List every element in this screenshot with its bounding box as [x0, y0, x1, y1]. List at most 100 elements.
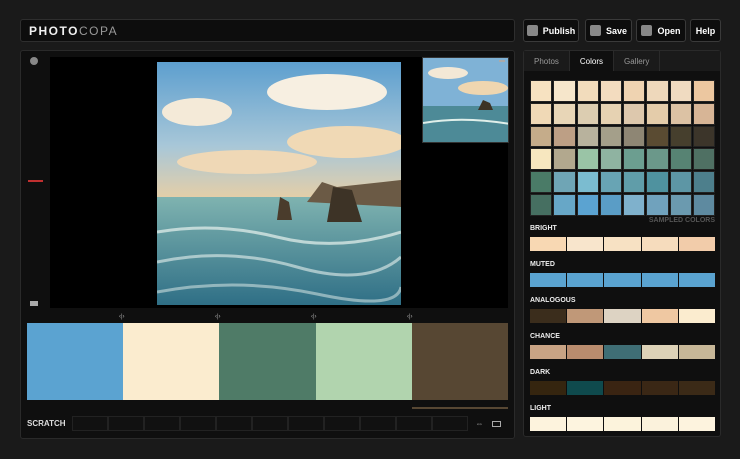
save-button[interactable]: Save [585, 19, 632, 42]
sampled-swatch[interactable] [692, 125, 715, 148]
swap-arrows-icon[interactable]: ‹|› [119, 314, 125, 320]
sampled-swatch[interactable] [669, 171, 692, 194]
sampled-swatch[interactable] [599, 80, 622, 102]
sampled-swatch[interactable] [669, 148, 692, 171]
sampled-swatch[interactable] [623, 194, 646, 216]
sampled-swatch[interactable] [576, 171, 599, 194]
sampled-swatch[interactable] [530, 171, 553, 194]
group-swatch[interactable] [678, 237, 716, 251]
scratch-slot[interactable] [251, 416, 288, 431]
group-swatch[interactable] [567, 381, 604, 395]
group-swatch[interactable] [604, 345, 641, 359]
sampled-swatch[interactable] [646, 194, 669, 216]
sampled-swatch[interactable] [576, 125, 599, 148]
group-swatch[interactable] [567, 237, 604, 251]
photo-thumbnail[interactable] [422, 57, 509, 143]
tab-gallery[interactable]: Gallery [614, 51, 661, 71]
expand-icon[interactable]: ⇔ [476, 419, 484, 428]
group-swatch[interactable] [641, 381, 678, 395]
group-swatch[interactable] [530, 237, 567, 251]
group-swatch[interactable] [678, 417, 716, 431]
sampled-swatch[interactable] [576, 102, 599, 125]
swap-arrows-icon[interactable]: ‹|› [407, 314, 413, 320]
scratch-slot[interactable] [323, 416, 360, 431]
sampled-swatch[interactable] [623, 125, 646, 148]
group-swatch[interactable] [641, 273, 678, 287]
sampled-swatch[interactable] [530, 194, 553, 216]
group-swatch[interactable] [567, 273, 604, 287]
sampled-swatch[interactable] [553, 171, 576, 194]
sampled-swatch[interactable] [553, 102, 576, 125]
sampled-swatch[interactable] [599, 194, 622, 216]
sampled-swatch[interactable] [530, 80, 553, 102]
group-swatch[interactable] [678, 345, 716, 359]
scratch-slot[interactable] [431, 416, 468, 431]
sampled-swatch[interactable] [553, 80, 576, 102]
sampled-swatch[interactable] [553, 148, 576, 171]
group-swatch[interactable] [530, 381, 567, 395]
group-swatch[interactable] [567, 345, 604, 359]
sampled-swatch[interactable] [692, 171, 715, 194]
group-swatch[interactable] [604, 417, 641, 431]
group-swatch[interactable] [530, 273, 567, 287]
sampled-swatch[interactable] [646, 148, 669, 171]
group-row-chance[interactable] [530, 345, 716, 359]
sampled-swatch[interactable] [669, 194, 692, 216]
palette-swatch[interactable] [27, 323, 124, 400]
sampled-swatch[interactable] [599, 125, 622, 148]
sampled-swatch[interactable] [599, 171, 622, 194]
sampled-swatch[interactable] [576, 148, 599, 171]
group-swatch[interactable] [678, 273, 716, 287]
group-swatch[interactable] [604, 309, 641, 323]
sampled-swatch[interactable] [553, 125, 576, 148]
sampled-swatch[interactable] [576, 80, 599, 102]
group-row-dark[interactable] [530, 381, 716, 395]
scratch-slot[interactable] [107, 416, 144, 431]
sampled-swatch[interactable] [669, 125, 692, 148]
group-swatch[interactable] [567, 309, 604, 323]
side-toggle-icon[interactable] [30, 301, 38, 306]
scratch-slot[interactable] [395, 416, 432, 431]
scratch-slot[interactable] [287, 416, 324, 431]
group-row-bright[interactable] [530, 237, 716, 251]
sampled-swatch[interactable] [692, 148, 715, 171]
group-swatch[interactable] [641, 309, 678, 323]
publish-button[interactable]: Publish [523, 19, 579, 42]
sampled-swatch[interactable] [530, 148, 553, 171]
group-swatch[interactable] [641, 417, 678, 431]
tab-photos[interactable]: Photos [524, 51, 570, 71]
help-button[interactable]: Help [690, 19, 721, 42]
sampled-color-grid[interactable] [530, 80, 715, 216]
side-slider-marker[interactable] [28, 180, 43, 182]
sampled-swatch[interactable] [646, 171, 669, 194]
main-palette[interactable] [27, 323, 509, 400]
group-swatch[interactable] [530, 345, 567, 359]
thumb-menu-icon[interactable] [499, 60, 505, 62]
sampled-swatch[interactable] [646, 125, 669, 148]
palette-swatch[interactable] [123, 323, 220, 400]
sampled-swatch[interactable] [646, 80, 669, 102]
sampled-swatch[interactable] [576, 194, 599, 216]
group-swatch[interactable] [604, 273, 641, 287]
group-swatch[interactable] [678, 309, 716, 323]
palette-swatch[interactable] [219, 323, 316, 400]
group-swatch[interactable] [530, 309, 567, 323]
group-swatch[interactable] [641, 237, 678, 251]
sampled-swatch[interactable] [692, 102, 715, 125]
sampled-swatch[interactable] [623, 80, 646, 102]
open-button[interactable]: Open [636, 19, 686, 42]
group-row-analogous[interactable] [530, 309, 716, 323]
main-photo[interactable] [157, 62, 401, 305]
sampled-swatch[interactable] [530, 125, 553, 148]
scratch-slot[interactable] [143, 416, 180, 431]
sampled-swatch[interactable] [692, 80, 715, 102]
swap-arrows-icon[interactable]: ‹|› [215, 314, 221, 320]
scratch-slot[interactable] [179, 416, 216, 431]
scratch-slot[interactable] [215, 416, 252, 431]
scratch-slot[interactable] [359, 416, 396, 431]
settings-icon[interactable] [30, 57, 38, 65]
group-row-light[interactable] [530, 417, 716, 431]
scratch-slot[interactable] [71, 416, 108, 431]
sampled-swatch[interactable] [646, 102, 669, 125]
tab-colors[interactable]: Colors [569, 51, 615, 71]
